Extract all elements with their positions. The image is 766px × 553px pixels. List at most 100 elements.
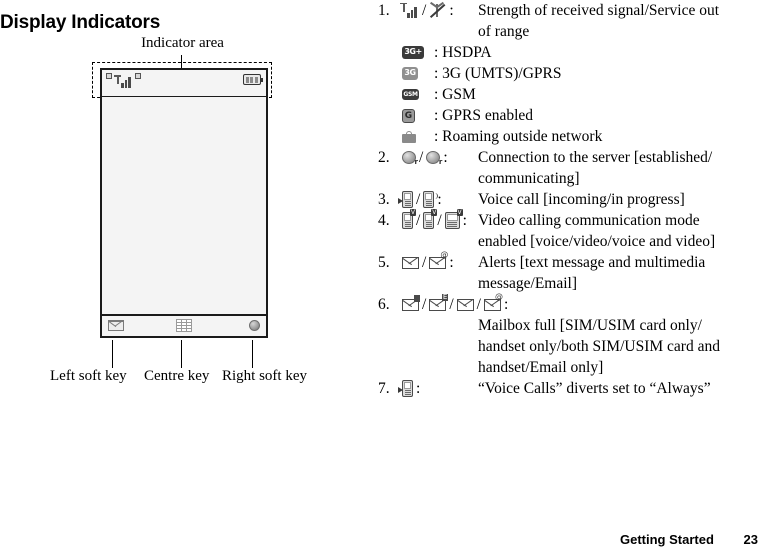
sub-item-text: : Roaming outside network: [434, 128, 603, 145]
item-description: Connection to the server [established/: [478, 149, 713, 166]
item-icons: V / V / V :: [402, 209, 478, 231]
voice-call-incoming-icon: [398, 191, 413, 208]
indicator-area-label: Indicator area: [141, 35, 224, 51]
list-item: 2. r / r : Connection to the server [est…: [378, 147, 766, 189]
sub-item-text: : GSM: [434, 86, 476, 103]
sub-list-item: : Roaming outside network: [402, 126, 766, 147]
hsdpa-badge-label: 3G+: [402, 46, 424, 59]
status-bar-divider: [102, 96, 266, 97]
list-item: 6. / / / : Mailbox full [SIM/USIM card o…: [378, 293, 766, 378]
gsm-badge-label: GSM: [402, 89, 419, 100]
list-item: 5. / : Alerts [text message and multimed…: [378, 251, 766, 294]
icon-separator: /: [437, 212, 442, 229]
email-alert-icon: [429, 251, 448, 269]
gsm-badge-icon: GSM: [402, 89, 434, 100]
battery-icon: [243, 74, 263, 85]
softkey-bar: [102, 314, 266, 336]
sub-item-text: : 3G (UMTS)/GPRS: [434, 65, 562, 82]
gprs-badge-label: G: [402, 108, 415, 123]
service-out-of-range-icon: [429, 1, 446, 19]
right-soft-key-label: Right soft key: [222, 368, 307, 384]
gprs-badge-icon: G: [402, 108, 434, 123]
sub-list-item: 3G : 3G (UMTS)/GPRS: [402, 63, 766, 84]
icon-separator: /: [422, 254, 427, 271]
item-description-cont: enabled [voice/video/voice and video]: [478, 233, 716, 250]
left-soft-key-leader-line: [112, 340, 113, 368]
item-number: 1.: [378, 2, 390, 19]
item-icons: / :: [398, 189, 478, 210]
video-call-video-icon: V: [423, 209, 438, 229]
item-icons: r / r :: [402, 147, 478, 168]
item-description: Strength of received signal/Service out: [478, 2, 720, 19]
video-call-voice-icon: V: [402, 209, 416, 229]
item-number: 2.: [378, 149, 390, 166]
sub-list-item: G : GPRS enabled: [402, 105, 766, 126]
globe-icon[interactable]: [249, 320, 260, 331]
icon-separator: /: [476, 296, 481, 313]
item-description: Voice call [incoming/in progress]: [478, 191, 685, 208]
icon-separator: /: [419, 149, 424, 166]
envelope-icon[interactable]: [108, 320, 124, 331]
mailbox-full-both-icon: [456, 298, 474, 311]
list-item: 3. / : Voice call [incoming/in progress]: [378, 189, 766, 210]
icon-colon: :: [443, 149, 448, 166]
icon-colon: :: [449, 254, 454, 271]
item-description-line: handset/Email only]: [478, 359, 604, 376]
server-connection-communicating-icon: r: [426, 151, 442, 166]
centre-key-label: Centre key: [144, 368, 210, 384]
mailbox-full-sim-icon: [402, 294, 420, 311]
signal-bars-icon: [400, 2, 419, 19]
icon-separator: /: [422, 2, 427, 19]
server-connection-established-icon: r: [402, 151, 418, 166]
roaming-icon: [402, 130, 434, 143]
icon-colon: :: [437, 191, 442, 208]
item-icons: / :: [400, 0, 478, 21]
signal-bars-icon: [114, 75, 131, 89]
left-soft-key-label: Left soft key: [50, 368, 127, 384]
3g-badge-label: 3G: [402, 67, 418, 80]
icon-colon: :: [503, 296, 509, 313]
phone-display-diagram: Indicator area Left soft key Centre key …: [0, 30, 370, 420]
mailbox-full-handset-icon: [429, 293, 449, 311]
mailbox-full-email-icon: [483, 293, 503, 311]
icon-colon: :: [416, 380, 421, 397]
footer-page-number: 23: [743, 532, 758, 547]
item-description: Alerts [text message and multimedia: [478, 254, 706, 271]
item-description-cont: communicating]: [478, 170, 580, 187]
phone-screen-body: [100, 68, 268, 338]
centre-key-leader-line: [181, 340, 182, 368]
item-description: “Voice Calls” diverts set to “Always”: [478, 380, 711, 397]
icon-separator: /: [449, 296, 454, 313]
indicator-legend-list: 1. / : Strength of received signal/Servi…: [378, 0, 766, 399]
item-description-cont: of range: [478, 23, 530, 40]
hsdpa-badge-icon: 3G+: [402, 46, 434, 59]
icon-separator: /: [422, 296, 427, 313]
item-description-line: handset only/both SIM/USIM card and: [478, 338, 720, 355]
text-message-alert-icon: [402, 256, 419, 269]
list-item: 1. / : Strength of received signal/Servi…: [378, 0, 766, 147]
icon-separator: /: [416, 191, 421, 208]
sub-list-item: 3G+ : HSDPA: [402, 42, 766, 63]
footer-section-title: Getting Started: [620, 532, 714, 547]
manual-page: Display Indicators Indicator area Left s…: [0, 0, 766, 553]
list-item: 4. V / V / V : Video calling communicati…: [378, 209, 766, 252]
icon-colon: :: [449, 2, 454, 19]
status-indicator-row: [106, 73, 141, 93]
page-footer: Getting Started 23: [0, 532, 766, 547]
item-description-cont: message/Email]: [478, 275, 577, 292]
sub-item-text: : HSDPA: [434, 44, 492, 61]
item-icons: / :: [402, 251, 478, 273]
3g-badge-icon: 3G: [402, 67, 434, 80]
sub-item-text: : GPRS enabled: [434, 107, 534, 124]
item-description: Video calling communication mode: [478, 212, 700, 229]
item-number: 6.: [378, 296, 390, 313]
alert-icon: [106, 73, 112, 79]
item-icons: / / / :: [402, 293, 509, 315]
list-item: 7. : “Voice Calls” diverts set to “Alway…: [378, 378, 766, 399]
item-number: 4.: [378, 212, 390, 229]
voice-call-divert-icon: [398, 380, 413, 397]
small-box-icon: [135, 73, 141, 79]
item-description-line: Mailbox full [SIM/USIM card only/: [478, 317, 702, 334]
item-icons: :: [398, 378, 478, 399]
keypad-grid-icon[interactable]: [176, 319, 192, 332]
